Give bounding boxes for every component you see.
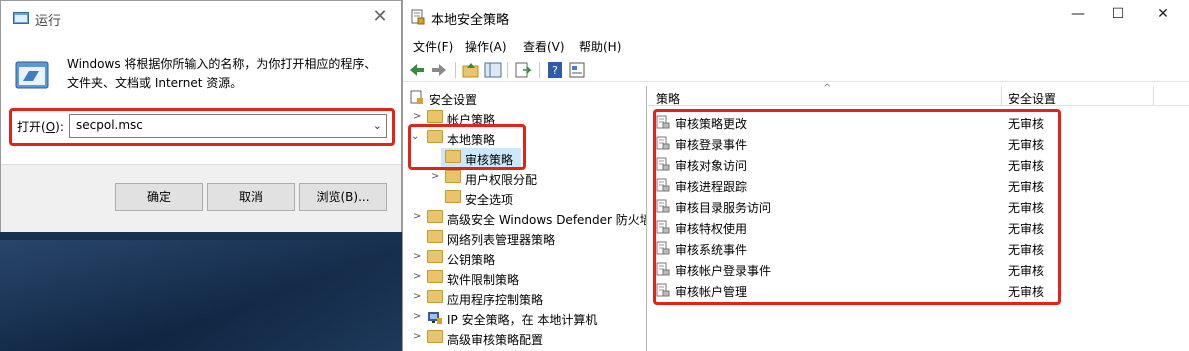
cancel-button[interactable]: 取消 [207, 183, 295, 211]
maximize-icon[interactable]: ☐ [1098, 6, 1138, 28]
tree-item-network-list-manager[interactable]: 网络列表管理器策略 [403, 228, 646, 248]
list-item[interactable]: 审核帐户登录事件 无审核 [648, 259, 1189, 280]
chevron-right-icon[interactable]: > [431, 171, 441, 182]
run-titlebar: 运行 ✕ [1, 1, 401, 35]
svg-text:?: ? [552, 64, 558, 77]
policy-item-icon [656, 220, 670, 234]
folder-icon [427, 230, 443, 243]
folder-icon [445, 170, 461, 183]
folder-icon [427, 250, 443, 263]
policy-item-icon [656, 178, 670, 192]
tree-item-software-restriction[interactable]: > 软件限制策略 [403, 268, 646, 288]
list-item[interactable]: 审核策略更改 无审核 [648, 112, 1189, 133]
tree-item-public-key-policies[interactable]: > 公钥策略 [403, 248, 646, 268]
list-item[interactable]: 审核登录事件 无审核 [648, 133, 1189, 154]
run-app-icon [13, 12, 29, 24]
chevron-right-icon[interactable]: > [413, 291, 423, 302]
policy-item-icon [656, 241, 670, 255]
browse-button[interactable]: 浏览(B)... [299, 183, 387, 211]
tree-item-security-options[interactable]: 安全选项 [403, 188, 646, 208]
run-dialog-title: 运行 [35, 14, 62, 29]
run-command-input[interactable]: secpol.msc ⌄ [69, 114, 387, 138]
minimize-icon[interactable]: — [1058, 6, 1098, 28]
folder-icon [427, 270, 443, 283]
folder-icon [427, 330, 443, 343]
chevron-right-icon[interactable]: > [413, 271, 423, 282]
list-header: ^ 策略 安全设置 [648, 83, 1189, 107]
list-item[interactable]: 审核特权使用 无审核 [648, 217, 1189, 238]
export-list-icon[interactable] [513, 60, 533, 80]
run-button-bar: 确定 取消 浏览(B)... [1, 166, 401, 232]
column-divider[interactable] [1001, 86, 1002, 106]
menu-help[interactable]: 帮助(H) [579, 38, 621, 55]
folder-icon [445, 190, 461, 203]
policy-item-icon [656, 157, 670, 171]
properties-icon[interactable] [567, 60, 587, 80]
tree-item-application-control[interactable]: > 应用程序控制策略 [403, 288, 646, 308]
highlight-box-local-policies [408, 124, 526, 170]
policy-root-icon [410, 90, 423, 104]
toolbar-separator [507, 62, 508, 78]
open-label: 打开(O): [17, 120, 64, 134]
tree-item-defender-firewall[interactable]: > 高级安全 Windows Defender 防火墙 [403, 208, 646, 228]
lsp-window-title: 本地安全策略 [431, 13, 510, 28]
lsp-titlebar: 本地安全策略 — ☐ ✕ [403, 0, 1189, 34]
desktop-wallpaper-streak [0, 240, 404, 351]
ip-security-icon [428, 312, 442, 324]
chevron-right-icon[interactable]: > [413, 251, 423, 262]
chevron-right-icon[interactable]: > [413, 211, 423, 222]
policy-list-pane: ^ 策略 安全设置 审核策略更改 无审核 审核登录事件 无审核 审核对象访问 无… [648, 83, 1189, 351]
list-item[interactable]: 审核对象访问 无审核 [648, 154, 1189, 175]
run-dialog: 运行 ✕ Windows 将根据你所输入的名称，为你打开相应的程序、文件夹、文档… [0, 0, 402, 232]
tree-item-ip-security[interactable]: > IP 安全策略，在 本地计算机 [403, 308, 646, 328]
chevron-right-icon[interactable]: > [413, 331, 423, 342]
run-body: Windows 将根据你所输入的名称，为你打开相应的程序、文件夹、文档或 Int… [1, 35, 401, 165]
close-icon[interactable]: ✕ [369, 7, 391, 29]
column-divider[interactable] [1153, 86, 1154, 106]
chevron-right-icon[interactable]: > [413, 111, 423, 122]
column-header-setting[interactable]: 安全设置 [1008, 90, 1056, 107]
list-item[interactable]: 审核系统事件 无审核 [648, 238, 1189, 259]
sort-ascending-icon: ^ [823, 83, 832, 94]
menu-file[interactable]: 文件(F) [413, 38, 453, 55]
close-icon[interactable]: ✕ [1143, 6, 1183, 28]
toolbar: ? [403, 58, 1189, 82]
policy-item-icon [656, 283, 670, 297]
tree-item-security-settings[interactable]: 安全设置 [403, 88, 646, 108]
list-item[interactable]: 审核目录服务访问 无审核 [648, 196, 1189, 217]
run-program-icon [15, 61, 49, 89]
policy-item-icon [656, 115, 670, 129]
chevron-right-icon[interactable]: > [413, 311, 423, 322]
policy-item-icon [656, 199, 670, 213]
back-arrow-icon[interactable] [407, 60, 427, 80]
list-item[interactable]: 审核进程跟踪 无审核 [648, 175, 1189, 196]
run-command-value: secpol.msc [76, 118, 143, 132]
column-header-policy[interactable]: 策略 [656, 90, 680, 107]
folder-icon [427, 290, 443, 303]
up-folder-icon[interactable] [461, 60, 481, 80]
toolbar-separator [539, 62, 540, 78]
help-icon[interactable]: ? [545, 60, 565, 80]
local-security-policy-window: 本地安全策略 — ☐ ✕ 文件(F) 操作(A) 查看(V) 帮助(H) ? 安… [402, 0, 1189, 351]
forward-arrow-icon[interactable] [429, 60, 449, 80]
run-open-row: 打开(O): secpol.msc ⌄ [9, 108, 395, 146]
menubar: 文件(F) 操作(A) 查看(V) 帮助(H) [403, 36, 1189, 56]
run-description: Windows 将根据你所输入的名称，为你打开相应的程序、文件夹、文档或 Int… [67, 57, 377, 90]
menu-view[interactable]: 查看(V) [523, 38, 565, 55]
list-item[interactable]: 审核帐户管理 无审核 [648, 280, 1189, 301]
policy-item-icon [656, 262, 670, 276]
policy-app-icon [411, 9, 425, 25]
toolbar-separator [455, 62, 456, 78]
policy-item-icon [656, 136, 670, 150]
folder-icon [427, 110, 443, 123]
chevron-down-icon[interactable]: ⌄ [373, 119, 382, 132]
tree-item-user-rights-assignment[interactable]: > 用户权限分配 [403, 168, 646, 188]
tree-pane: 安全设置 > 帐户策略 ⌄ 本地策略 审核策略 > 用户权限分配 安全选项 > [403, 86, 647, 351]
menu-action[interactable]: 操作(A) [465, 38, 507, 55]
ok-button[interactable]: 确定 [115, 183, 203, 211]
tree-item-advanced-audit[interactable]: > 高级审核策略配置 [403, 328, 646, 348]
show-tree-icon[interactable] [483, 60, 503, 80]
folder-icon [427, 210, 443, 223]
